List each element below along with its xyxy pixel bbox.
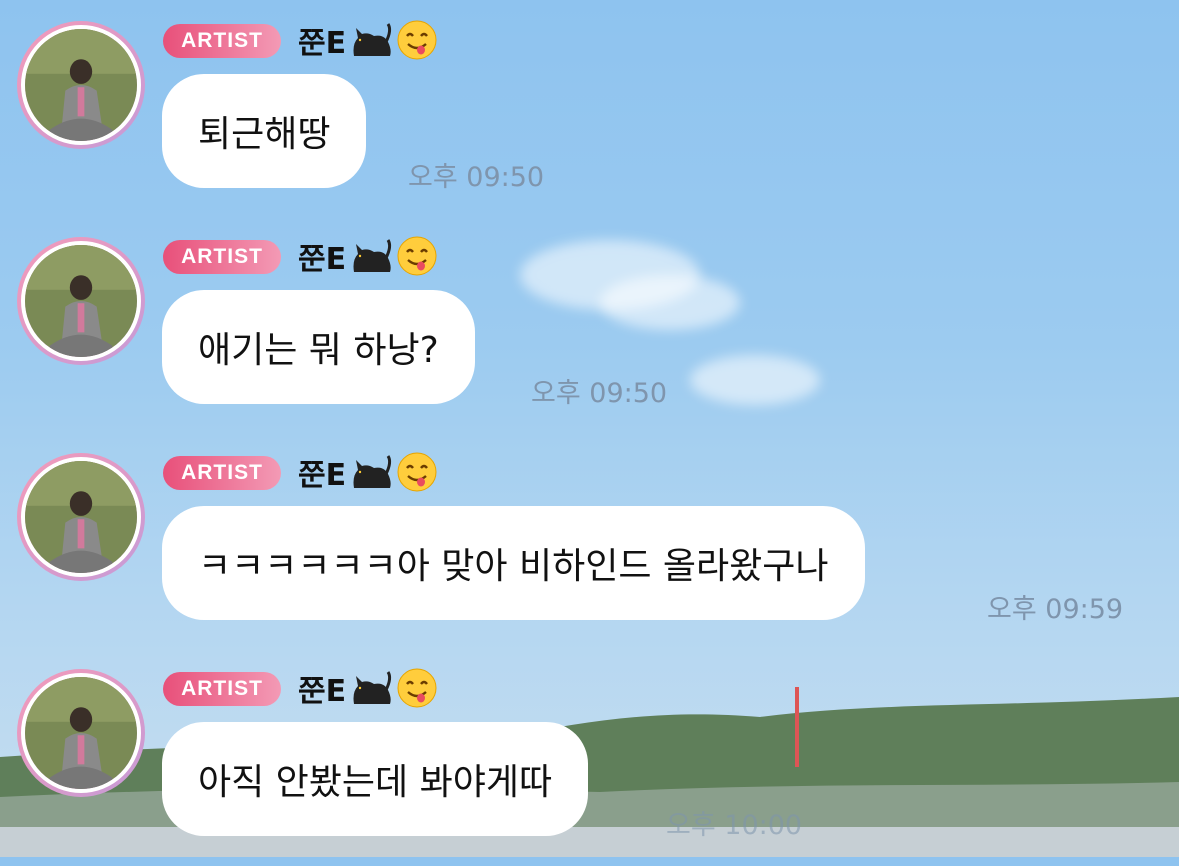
message-bubble[interactable]: 퇴근해땅 [162, 74, 367, 188]
avatar[interactable] [17, 669, 145, 797]
cat-icon [353, 239, 392, 272]
yum-face-icon [397, 452, 437, 492]
yum-face-icon [397, 236, 437, 276]
chat-message: ARTIST 쭌E 아직 안봤는데 봐야게따 오후 10:00 [0, 666, 1179, 866]
avatar-photo [25, 677, 137, 789]
sender-name-text: 쭌E [298, 26, 347, 61]
sender-name: 쭌E [298, 666, 438, 710]
avatar-photo [25, 245, 137, 357]
yum-face-icon [397, 20, 437, 60]
cat-icon [353, 455, 392, 488]
chat-message: ARTIST 쭌E 퇴근해땅 오후 09:50 [0, 18, 1179, 218]
message-time: 오후 09:59 [987, 594, 1124, 625]
chat-message: ARTIST 쭌E 애기는 뭐 하낭? 오후 09:50 [0, 234, 1179, 434]
message-time: 오후 09:50 [408, 162, 545, 193]
sender-name-text: 쭌E [298, 458, 347, 493]
artist-badge: ARTIST [163, 456, 281, 490]
avatar[interactable] [17, 237, 145, 365]
message-bubble[interactable]: 아직 안봤는데 봐야게따 [162, 722, 589, 836]
message-bubble[interactable]: ㅋㅋㅋㅋㅋㅋ아 맞아 비하인드 올라왔구나 [162, 506, 865, 620]
sender-name: 쭌E [298, 450, 438, 494]
cat-icon [353, 23, 392, 56]
message-time: 오후 10:00 [666, 810, 803, 841]
message-bubble[interactable]: 애기는 뭐 하낭? [162, 290, 475, 404]
avatar-photo [25, 461, 137, 573]
message-time: 오후 09:50 [531, 378, 668, 409]
avatar-photo [25, 29, 137, 141]
artist-badge: ARTIST [163, 24, 281, 58]
artist-badge: ARTIST [163, 672, 281, 706]
chat-message: ARTIST 쭌E ㅋㅋㅋㅋㅋㅋ아 맞아 비하인드 올라왔구나 오후 09:59 [0, 450, 1179, 650]
avatar[interactable] [17, 453, 145, 581]
sender-name-text: 쭌E [298, 674, 347, 709]
sender-name: 쭌E [298, 234, 438, 278]
cat-icon [353, 671, 392, 704]
sender-name: 쭌E [298, 18, 438, 62]
avatar[interactable] [17, 21, 145, 149]
yum-face-icon [397, 668, 437, 708]
sender-name-text: 쭌E [298, 242, 347, 277]
artist-badge: ARTIST [163, 240, 281, 274]
